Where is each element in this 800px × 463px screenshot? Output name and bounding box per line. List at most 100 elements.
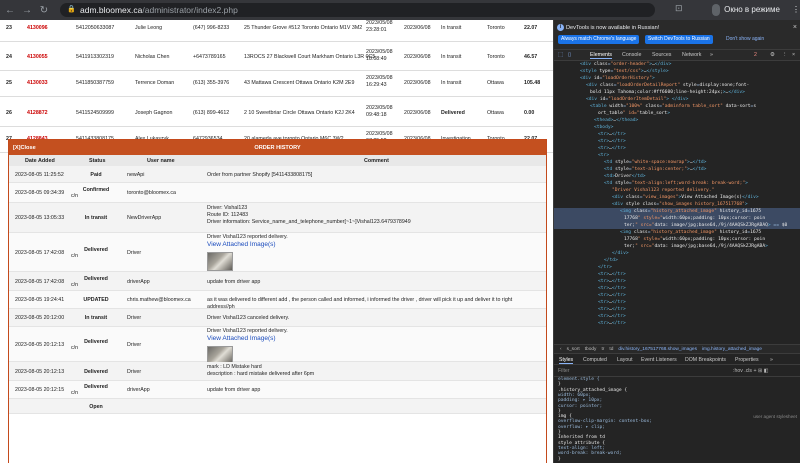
tab-elements[interactable]: Elements: [590, 52, 613, 59]
dom-node-line[interactable]: "Driver Vishal123 reported delivery.": [612, 187, 714, 194]
dom-node-line[interactable]: <thead>…</thead>: [594, 117, 638, 124]
order-time: 18:08:49: [366, 56, 387, 62]
breadcrumb-item[interactable]: tbody: [585, 347, 597, 352]
dom-node-line[interactable]: <img class="history_attached_image" hist…: [554, 208, 800, 215]
reload-icon[interactable]: ↻: [37, 5, 51, 16]
dom-token: </td: [692, 160, 704, 165]
history-user: driverApp: [127, 278, 150, 285]
page-content: 23 4130096 5412050633087 Julie Leong (647) 9…: [0, 20, 553, 463]
back-icon[interactable]: ←: [3, 5, 17, 16]
order-id[interactable]: 4128872: [27, 110, 48, 116]
inspect-icon[interactable]: ⬚: [558, 52, 563, 58]
dom-node-line[interactable]: </div>: [612, 250, 629, 257]
dom-node-line[interactable]: <tr>…</tr>: [598, 285, 626, 292]
comment-text: Driver Vishal123 reported delivery.: [207, 328, 288, 334]
dom-node-line[interactable]: <tr>…</tr>: [598, 271, 626, 278]
dom-node-line[interactable]: <td style="white-space:nowrap">…</td>: [604, 159, 706, 166]
address-bar[interactable]: 🔒 adm.bloomex.ca/administrator/index2.ph…: [60, 3, 655, 17]
attached-image-thumbnail[interactable]: [207, 252, 233, 271]
dom-node-line[interactable]: <div style class="show_images history_16…: [612, 201, 748, 208]
dom-node-line[interactable]: <tr>…</tr>: [598, 292, 626, 299]
match-language-button[interactable]: Always match Chrome's language: [558, 35, 640, 44]
dom-node-line[interactable]: <td style="text-align:center;">…</td>: [604, 166, 706, 173]
filter-input[interactable]: Filter: [558, 368, 570, 374]
breadcrumb-item[interactable]: ‹: [560, 347, 562, 352]
dom-token: "history_attached_image": [650, 230, 717, 235]
tab-sources[interactable]: Sources: [652, 52, 671, 58]
dom-token: >: [622, 293, 626, 298]
history-date: 2023-08-05 17:42:08: [15, 249, 65, 256]
dom-node-line[interactable]: <tr>…</tr>: [598, 299, 626, 306]
dom-token: >: [703, 160, 707, 165]
dom-node-line[interactable]: ort_table" id="table_sort>: [598, 110, 670, 117]
dom-node-line[interactable]: <table width="100%" class="adminform tab…: [590, 103, 756, 110]
dom-node-line[interactable]: bold 11px Tahoma;color:#ff6600;line-heig…: [590, 89, 745, 96]
user-agent-label: user agent stylesheet: [753, 414, 797, 420]
breadcrumb-item[interactable]: td: [609, 347, 613, 352]
dom-node-line[interactable]: <td>Driver</td>: [604, 173, 646, 180]
subtab-layout[interactable]: Layout: [617, 357, 633, 363]
dom-token: 1675: [750, 209, 762, 214]
dom-token: >: [615, 258, 618, 263]
breadcrumb-item[interactable]: img.history_attached_image: [702, 347, 762, 352]
settings-icon[interactable]: ⚙: [770, 52, 775, 58]
close-icon[interactable]: ×: [793, 24, 797, 31]
breadcrumb-item[interactable]: tr: [601, 347, 604, 352]
dom-node-line[interactable]: </tr>: [598, 264, 612, 271]
tab-more[interactable]: »: [710, 52, 713, 58]
dom-node-line[interactable]: <tr>…</tr>: [598, 278, 626, 285]
dom-token: </tr: [611, 300, 623, 305]
close-devtools-icon[interactable]: ×: [792, 52, 795, 58]
dom-node-line[interactable]: ter;" src="data: image/jpg;base64,/9j/4A…: [554, 222, 800, 229]
dom-node-line[interactable]: <tr>…</tr>: [598, 306, 626, 313]
order-id[interactable]: 4130096: [27, 25, 48, 31]
subtab-more[interactable]: »: [770, 357, 773, 363]
dom-node-line[interactable]: <tbody>: [594, 124, 613, 131]
dom-node-line[interactable]: <div id="loadOrderItemDetail"> </div>: [586, 96, 688, 103]
dom-token: 17768: [624, 216, 638, 221]
dom-node-line[interactable]: <div class="loadOrderDetailReport" style…: [586, 82, 749, 89]
dom-node-line[interactable]: <img class="history_attached_image" hist…: [620, 229, 761, 236]
dom-node-line[interactable]: 17768" style="width:60px;padding: 10px;c…: [624, 236, 765, 243]
breadcrumb-item[interactable]: div.history_167517768.show_images: [618, 347, 697, 352]
tab-network[interactable]: Network: [682, 52, 701, 58]
subtab-properties[interactable]: Properties: [735, 357, 759, 363]
order-id[interactable]: 4130033: [27, 80, 48, 86]
dom-node-line[interactable]: <div id="loadOrderHistory">: [580, 75, 655, 82]
dont-show-button[interactable]: Don't show again: [726, 35, 764, 44]
subtab-computed[interactable]: Computed: [583, 357, 607, 363]
styles-filter[interactable]: Filter :hov .cls + ⊞ ◧: [554, 365, 800, 377]
device-icon[interactable]: ▯: [568, 52, 571, 58]
dom-breadcrumb: ‹ s_sort tbody tr td div.history_167517768.sh…: [554, 344, 800, 354]
dom-node-line[interactable]: <tr>…</tr>: [598, 131, 626, 138]
dom-node-line[interactable]: <style type="text/css">…</style>: [580, 68, 669, 75]
view-images-link[interactable]: View Attached Image(s): [207, 241, 276, 248]
kebab-icon[interactable]: ⋮: [782, 52, 787, 58]
forward-icon[interactable]: →: [20, 5, 34, 16]
dom-node-line[interactable]: <tr>…</tr>: [598, 138, 626, 145]
subtab-styles[interactable]: Styles: [559, 357, 574, 364]
dom-node-line[interactable]: <tr>…</tr>: [598, 145, 626, 152]
breadcrumb-item[interactable]: s_sort: [567, 347, 580, 352]
dom-node-line[interactable]: <tr>…</tr>: [598, 313, 626, 320]
dom-node-line[interactable]: </td>: [604, 257, 618, 264]
dom-node-line[interactable]: 17768" style="width:60px;padding: 10px;c…: [554, 215, 800, 222]
subtab-event-listeners[interactable]: Event Listeners: [641, 357, 677, 363]
history-row: 2023-08-05 13:05:33 In transit NewDriverAp…: [9, 203, 546, 233]
view-images-link[interactable]: View Attached Image(s): [207, 335, 276, 342]
order-id[interactable]: 4130055: [27, 54, 48, 60]
dom-node-line[interactable]: <td style="text-align:left;word-break: b…: [604, 180, 748, 187]
dom-node-line[interactable]: <div class="order-header">…</div>: [580, 61, 671, 68]
dom-token: "show_images history_167517768": [659, 202, 745, 207]
dom-node-line[interactable]: ter;" src="data: image/jpg;base64,/9j/4A…: [624, 243, 768, 250]
error-count[interactable]: 2: [754, 52, 757, 58]
col-comment: Comment: [364, 158, 389, 164]
dom-node-line[interactable]: <div class="view_images">View Attached I…: [612, 194, 759, 201]
dom-node-line[interactable]: <tr>…</tr>: [598, 320, 626, 327]
switch-russian-button[interactable]: Switch DevTools to Russian: [645, 35, 713, 44]
dom-node-line[interactable]: <tr>: [598, 152, 609, 159]
subtab-dom-breakpoints[interactable]: DOM Breakpoints: [685, 357, 726, 363]
filter-controls[interactable]: :hov .cls + ⊞ ◧: [733, 368, 769, 374]
extensions-icon[interactable]: ⊡: [675, 3, 683, 14]
tab-console[interactable]: Console: [622, 52, 641, 58]
